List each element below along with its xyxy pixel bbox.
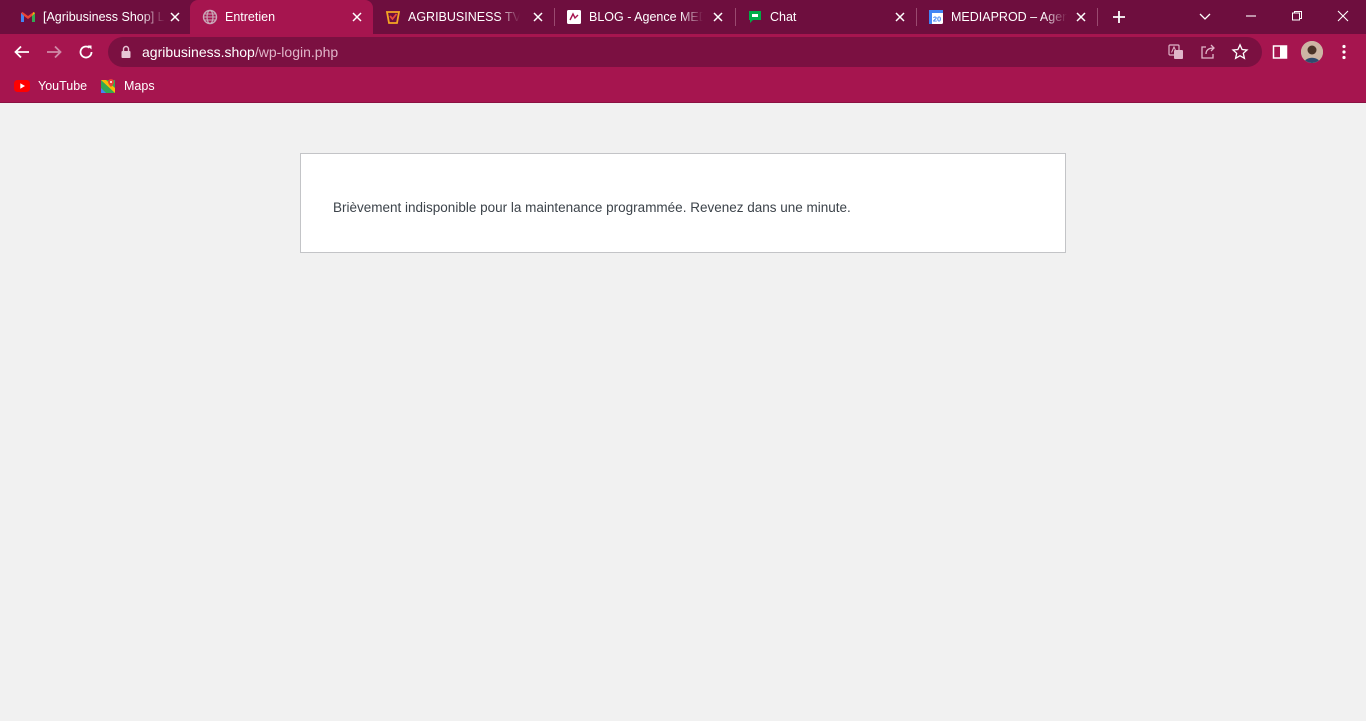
bookmark-youtube[interactable]: YouTube: [14, 76, 87, 96]
tab-separator: [1097, 8, 1098, 26]
arrow-left-icon: [14, 45, 29, 59]
profile-avatar[interactable]: [1301, 41, 1323, 63]
globe-icon: [202, 9, 218, 25]
restore-button[interactable]: [1274, 0, 1320, 32]
tab-title: Entretien: [225, 10, 276, 24]
arrow-right-icon: [47, 45, 62, 59]
close-tab-icon[interactable]: [530, 9, 546, 25]
tab-title: MEDIAPROD – Agenc: [951, 10, 1067, 24]
close-tab-icon[interactable]: [892, 9, 908, 25]
bookmark-label: YouTube: [38, 79, 88, 93]
close-tab-icon[interactable]: [710, 9, 726, 25]
tab-entretien[interactable]: Entretien: [190, 0, 373, 34]
restore-icon: [1292, 11, 1302, 21]
tab-agribusiness-tv[interactable]: AGRIBUSINESS TV – V: [373, 0, 553, 34]
tab-title: [Agribusiness Shop] L: [43, 10, 165, 24]
minimize-button[interactable]: [1228, 0, 1274, 32]
page-viewport: Brièvement indisponible pour la maintena…: [0, 103, 1366, 721]
tab-mediaprod[interactable]: 20 MEDIAPROD – Agenc: [916, 0, 1096, 34]
address-bar[interactable]: agribusiness.shop/wp-login.php: [108, 37, 1262, 67]
bookmark-label: Maps: [124, 79, 155, 93]
forward-button[interactable]: [42, 40, 66, 64]
gmail-icon: [21, 12, 35, 22]
close-tab-icon[interactable]: [167, 9, 183, 25]
url-text[interactable]: agribusiness.shop/wp-login.php: [142, 45, 338, 60]
reload-icon: [79, 45, 93, 59]
bookmark-maps[interactable]: Maps: [100, 76, 155, 96]
browser-toolbar: agribusiness.shop/wp-login.php: [0, 34, 1366, 70]
agribusiness-tv-icon: [385, 11, 401, 24]
bookmarks-bar: YouTube Maps: [0, 70, 1366, 103]
bookmark-star-icon[interactable]: [1231, 43, 1249, 61]
google-chat-icon: [749, 11, 761, 23]
translate-icon[interactable]: [1167, 43, 1185, 61]
more-menu-icon[interactable]: [1334, 42, 1354, 62]
reload-button[interactable]: [74, 40, 98, 64]
close-tab-icon[interactable]: [1073, 9, 1089, 25]
calendar-day: 20: [933, 15, 941, 24]
lock-icon[interactable]: [120, 45, 132, 59]
close-window-button[interactable]: [1320, 0, 1366, 32]
tab-title: Chat: [770, 10, 797, 24]
back-button[interactable]: [10, 40, 34, 64]
side-panel-icon[interactable]: [1270, 42, 1290, 62]
maps-icon: [101, 79, 115, 93]
close-tab-icon[interactable]: [349, 9, 365, 25]
maintenance-notice: Brièvement indisponible pour la maintena…: [300, 153, 1066, 253]
chevron-down-icon: [1199, 13, 1211, 20]
share-icon[interactable]: [1199, 43, 1217, 61]
avatar-image: [1301, 41, 1323, 63]
tab-gmail[interactable]: [Agribusiness Shop] L: [8, 0, 188, 34]
minimize-icon: [1246, 15, 1256, 17]
url-path: /wp-login.php: [254, 44, 339, 60]
blog-icon: [567, 10, 581, 24]
new-tab-icon[interactable]: [1110, 8, 1128, 26]
tab-title: AGRIBUSINESS TV – V: [408, 10, 520, 24]
tab-chat[interactable]: Chat: [735, 0, 915, 34]
tab-search-button[interactable]: [1182, 0, 1228, 32]
close-icon: [1337, 10, 1349, 22]
tab-title: BLOG - Agence MEDI: [589, 10, 703, 24]
url-host: agribusiness.shop: [142, 44, 255, 60]
maintenance-message: Brièvement indisponible pour la maintena…: [333, 200, 851, 215]
youtube-icon: [14, 80, 30, 92]
tab-blog[interactable]: BLOG - Agence MEDI: [554, 0, 734, 34]
calendar-icon: 20: [929, 10, 943, 24]
tab-strip: [Agribusiness Shop] L Entretien AGRIBUSI…: [0, 0, 1366, 34]
